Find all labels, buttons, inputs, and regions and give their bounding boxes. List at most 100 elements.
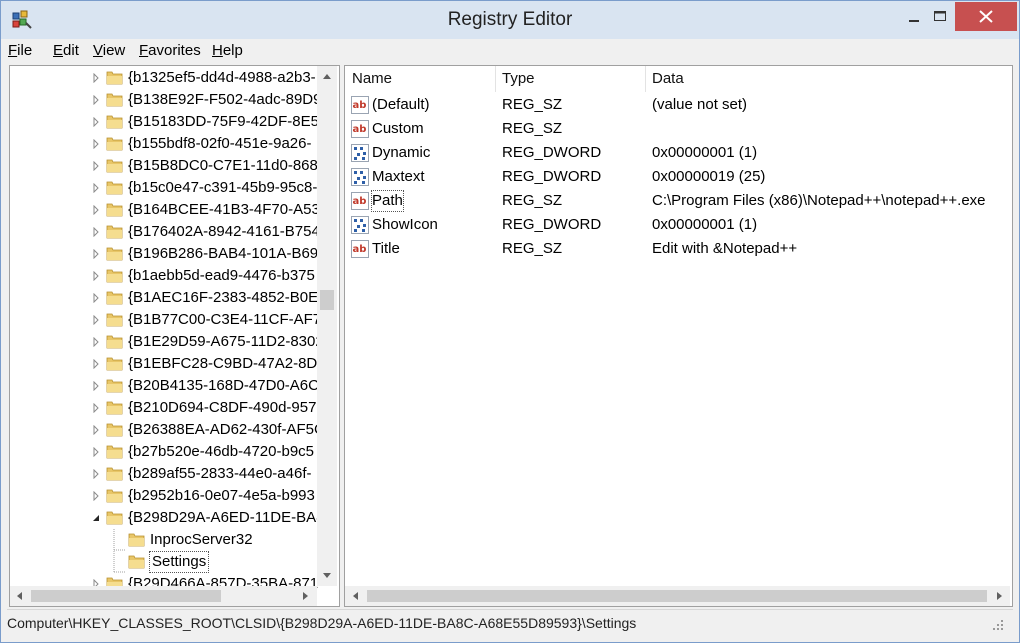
tree-node-label: {B1AEC16F-2383-4852-B0E9 [128, 289, 327, 306]
value-type: REG_SZ [502, 192, 563, 209]
value-name: Title [372, 240, 400, 257]
tree-node-label: {B1E29D59-A675-11D2-8302 [128, 333, 324, 350]
menu-view-accel: V [93, 42, 103, 59]
scroll-down-icon[interactable] [322, 572, 332, 580]
value-name: Path [371, 190, 404, 212]
menu-favorites-accel: F [139, 42, 149, 59]
scroll-right-icon[interactable] [302, 591, 310, 601]
column-header-data[interactable]: Data [652, 66, 684, 92]
tree-node-label: {B1B77C00-C3E4-11CF-AF79 [128, 311, 330, 328]
value-name: (Default) [372, 96, 430, 113]
value-name: ShowIcon [372, 216, 438, 233]
status-key-path: Computer\HKEY_CLASSES_ROOT\CLSID\{B298D2… [7, 615, 637, 631]
tree-vertical-scrollbar[interactable] [317, 66, 337, 586]
binary-value-icon [351, 144, 369, 162]
menu-edit-label: dit [63, 42, 79, 59]
value-row[interactable]: Maxtext REG_DWORD 0x00000019 (25) [345, 165, 1005, 189]
menu-edit-accel: E [53, 42, 64, 59]
tree-connector-lines [113, 529, 125, 573]
column-divider[interactable] [495, 66, 496, 92]
tree-node-label: {B138E92F-F502-4adc-89D9 [128, 91, 322, 108]
status-bar: Computer\HKEY_CLASSES_ROOT\CLSID\{B298D2… [7, 609, 1013, 636]
value-type: REG_DWORD [502, 216, 602, 233]
column-divider[interactable] [645, 66, 646, 92]
close-icon [979, 10, 993, 23]
menu-favorites-label: avorites [148, 42, 201, 59]
tree-node-label: {B1EBFC28-C9BD-47A2-8D3 [128, 355, 326, 372]
scroll-left-icon[interactable] [15, 591, 23, 601]
value-data: Edit with &Notepad++ [652, 240, 798, 257]
binary-value-icon [351, 216, 369, 234]
tree-node-label: {b155bdf8-02f0-451e-9a26- [128, 135, 312, 152]
value-type: REG_SZ [502, 240, 563, 257]
column-header-type[interactable]: Type [502, 66, 535, 92]
svg-text:ab: ab [353, 124, 367, 135]
scroll-right-icon[interactable] [996, 591, 1004, 601]
value-data: 0x00000019 (25) [652, 168, 766, 185]
value-name: Maxtext [372, 168, 425, 185]
menu-edit[interactable]: Edit [53, 42, 79, 59]
tree-node-label: {B26388EA-AD62-430f-AF5C [128, 421, 325, 438]
value-row[interactable]: ab Path REG_SZ C:\Program Files (x86)\Notep… [345, 189, 1005, 213]
value-data: (value not set) [652, 96, 748, 113]
tree-node-label: {B196B286-BAB4-101A-B69C [128, 245, 329, 262]
tree-node-label: {B15183DD-75F9-42DF-8E57 [128, 113, 328, 130]
scroll-up-icon[interactable] [322, 72, 332, 80]
value-row[interactable]: ShowIcon REG_DWORD 0x00000001 (1) [345, 213, 1005, 237]
window-title: Registry Editor [447, 9, 573, 30]
value-type: REG_DWORD [502, 144, 602, 161]
tree-node-label: {b2952b16-0e07-4e5a-b993 [128, 487, 315, 504]
list-horizontal-scrollbar[interactable] [345, 586, 1010, 606]
svg-text:ab: ab [353, 244, 367, 255]
string-value-icon: ab [351, 240, 369, 258]
string-value-icon: ab [351, 96, 369, 114]
binary-value-icon [351, 168, 369, 186]
tree-horizontal-scrollbar[interactable] [10, 586, 317, 606]
value-row[interactable]: ab (Default) REG_SZ (value not set) [345, 93, 1005, 117]
value-type: REG_DWORD [502, 168, 602, 185]
scroll-left-icon[interactable] [351, 591, 359, 601]
menu-help-label: elp [222, 42, 243, 59]
tree-horizontal-scroll-thumb[interactable] [31, 590, 221, 602]
minimize-button[interactable] [901, 2, 927, 31]
value-data: 0x00000001 (1) [652, 216, 758, 233]
resize-grip-icon[interactable] [991, 618, 1005, 632]
maximize-button[interactable] [927, 2, 953, 31]
menu-file-label: ile [17, 42, 33, 59]
tree-node-label: {B298D29A-A6ED-11DE-BA8 [128, 509, 325, 526]
tree-node-label: InprocServer32 [150, 531, 253, 548]
menu-view[interactable]: View [93, 42, 125, 59]
tree-node-label: {b15c0e47-c391-45b9-95c8- [128, 179, 318, 196]
value-type: REG_SZ [502, 96, 563, 113]
tree-vertical-scroll-thumb[interactable] [320, 290, 334, 310]
tree-node-label: {B20B4135-168D-47D0-A6C [128, 377, 319, 394]
tree-node-label: {B164BCEE-41B3-4F70-A53C [128, 201, 331, 218]
svg-text:ab: ab [353, 196, 367, 207]
value-row[interactable]: Dynamic REG_DWORD 0x00000001 (1) [345, 141, 1005, 165]
value-type: REG_SZ [502, 120, 563, 137]
menu-file[interactable]: File [8, 42, 32, 59]
menu-file-accel: F [8, 42, 18, 59]
column-header-name[interactable]: Name [352, 66, 392, 92]
tree-node-label: {B15B8DC0-C7E1-11d0-8680 [128, 157, 327, 174]
menu-favorites[interactable]: Favorites [139, 42, 201, 59]
menu-help[interactable]: Help [212, 42, 243, 59]
close-button[interactable] [955, 2, 1017, 31]
tree-node-label: {b1aebb5d-ead9-4476-b375 [128, 267, 315, 284]
list-horizontal-scroll-thumb[interactable] [367, 590, 987, 602]
value-row[interactable]: ab Title REG_SZ Edit with &Notepad++ [345, 237, 1005, 261]
value-list-pane[interactable]: Name Type Data ab (Default) REG_SZ (value n… [344, 65, 1013, 607]
value-data: 0x00000001 (1) [652, 144, 758, 161]
menu-view-label: iew [102, 42, 126, 59]
registry-editor-window: Registry Editor File Edit View Favorites… [0, 0, 1020, 643]
value-data: C:\Program Files (x86)\Notepad++\notepad… [652, 192, 986, 209]
value-row[interactable]: ab Custom REG_SZ [345, 117, 1005, 141]
string-value-icon: ab [351, 120, 369, 138]
title-bar[interactable]: Registry Editor [1, 1, 1019, 39]
tree-node-label: {B210D694-C8DF-490d-957 [128, 399, 317, 416]
minimize-icon [909, 20, 919, 22]
tree-node-label: {b1325ef5-dd4d-4988-a2b3- [128, 69, 316, 86]
maximize-icon [934, 11, 946, 21]
key-tree-pane[interactable]: {b1325ef5-dd4d-4988-a2b3- {B138E92F-F502-… [9, 65, 340, 607]
menu-help-accel: H [212, 42, 223, 59]
